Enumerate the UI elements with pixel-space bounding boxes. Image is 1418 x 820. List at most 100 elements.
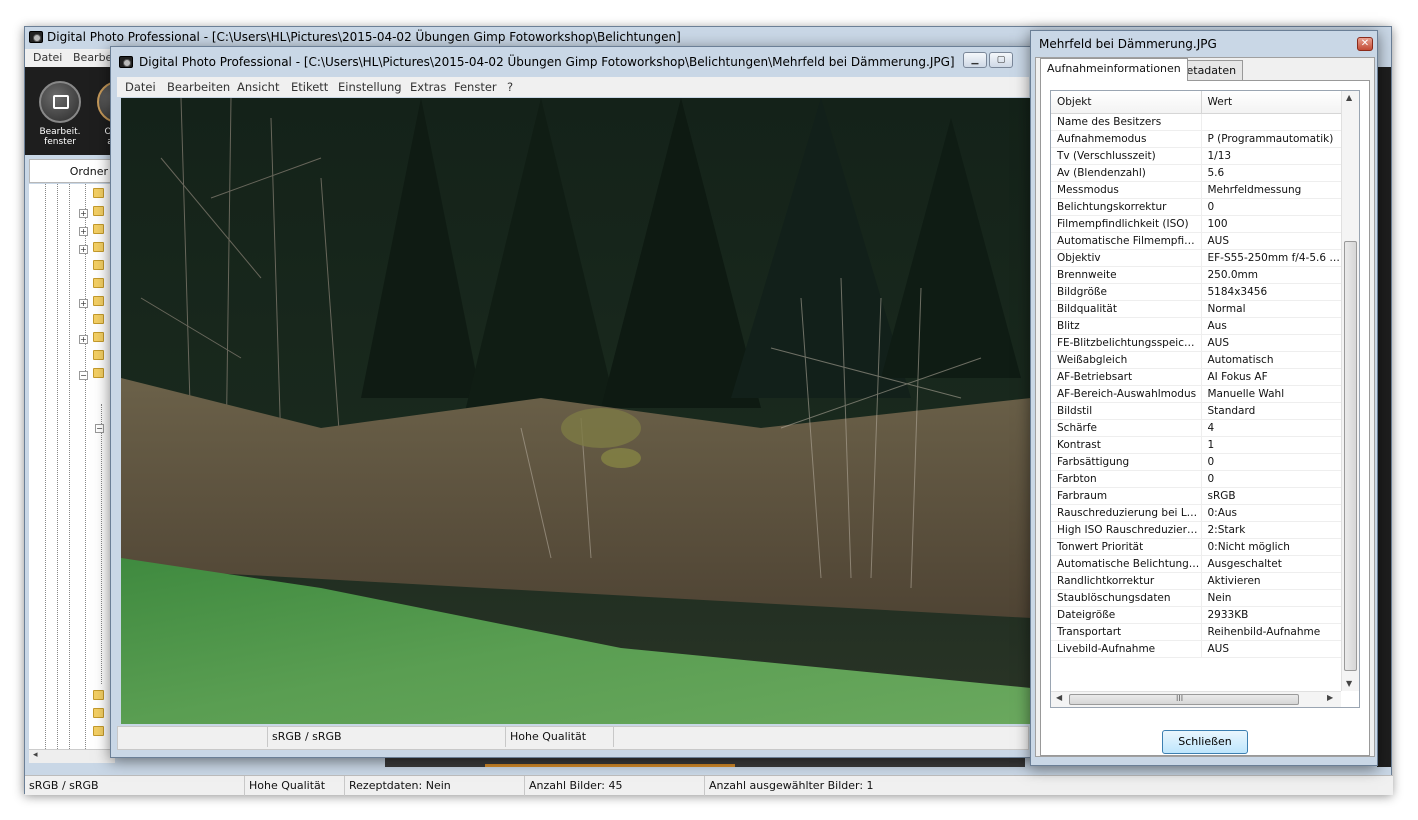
menu-extras[interactable]: Extras [410, 80, 446, 94]
column-header-objekt[interactable]: Objekt [1051, 91, 1202, 114]
table-row[interactable]: Tv (Verschlusszeit) 1/13 [1051, 147, 1341, 165]
row-value: Aktivieren [1201, 572, 1341, 590]
row-value: Automatisch [1201, 351, 1341, 369]
maximize-icon[interactable]: ▢ [989, 52, 1013, 68]
info-dialog-body: Aufnahmeinformationen Metadaten Objekt W… [1035, 57, 1375, 757]
folder-icon[interactable] [93, 314, 104, 324]
folder-icon[interactable] [93, 368, 104, 378]
table-row[interactable]: Schärfe 4 [1051, 419, 1341, 437]
horizontal-scrollbar[interactable]: ◀ III ▶ [1051, 691, 1341, 707]
table-row[interactable]: Automatische Filmempfindli... AUS [1051, 232, 1341, 250]
viewer-title-bar[interactable]: Digital Photo Professional - [C:\Users\H… [111, 47, 1034, 75]
horizontal-scroll-thumb[interactable]: III [1069, 694, 1299, 705]
folder-icon[interactable] [93, 708, 104, 718]
table-row[interactable]: Bildqualität Normal [1051, 300, 1341, 318]
table-row[interactable]: Automatische Belichtungso... Ausgeschalte… [1051, 555, 1341, 573]
folder-icon[interactable] [93, 278, 104, 288]
expand-icon[interactable]: + [79, 299, 88, 308]
folder-icon[interactable] [93, 242, 104, 252]
close-button[interactable]: Schließen [1162, 730, 1248, 754]
scroll-down-arrow-icon[interactable]: ▼ [1346, 679, 1352, 688]
scroll-left-arrow-icon[interactable]: ◀ [1056, 693, 1062, 702]
expand-icon[interactable]: + [79, 227, 88, 236]
table-row[interactable]: Belichtungskorrektur 0 [1051, 198, 1341, 216]
table-row[interactable]: Objektiv EF-S55-250mm f/4-5.6 IS II [1051, 249, 1341, 267]
table-row[interactable]: Messmodus Mehrfeldmessung [1051, 181, 1341, 199]
folder-icon[interactable] [93, 690, 104, 700]
table-row[interactable]: AF-Betriebsart AI Fokus AF [1051, 368, 1341, 386]
row-label: Tv (Verschlusszeit) [1051, 147, 1202, 165]
scroll-right-arrow-icon[interactable]: ▶ [1327, 693, 1333, 702]
vertical-scrollbar[interactable]: ▲ ▼ [1341, 91, 1359, 691]
row-label: Livebild-Aufnahme [1051, 640, 1202, 658]
column-header-wert[interactable]: Wert [1201, 91, 1342, 114]
row-label: AF-Betriebsart [1051, 368, 1202, 386]
photo-view[interactable] [121, 98, 1031, 724]
menu-datei[interactable]: Datei [125, 80, 156, 94]
table-row[interactable]: Name des Besitzers [1051, 113, 1341, 131]
menu-bearbeiten[interactable]: Bearbeiten [167, 80, 230, 94]
table-row[interactable]: Farbsättigung 0 [1051, 453, 1341, 471]
row-value: AUS [1201, 640, 1341, 658]
folder-icon[interactable] [93, 350, 104, 360]
row-value: P (Programmautomatik) [1201, 130, 1341, 148]
folder-panel-header[interactable]: Ordner [29, 159, 115, 183]
folder-icon[interactable] [93, 260, 104, 270]
folder-icon[interactable] [93, 726, 104, 736]
edit-window-button[interactable] [39, 81, 81, 123]
folder-icon[interactable] [93, 206, 104, 216]
table-row[interactable]: Farbraum sRGB [1051, 487, 1341, 505]
table-row[interactable]: Brennweite 250.0mm [1051, 266, 1341, 284]
expand-icon[interactable]: + [79, 209, 88, 218]
table-row[interactable]: Weißabgleich Automatisch [1051, 351, 1341, 369]
row-label: Schärfe [1051, 419, 1202, 437]
table-row[interactable]: Dateigröße 2933KB [1051, 606, 1341, 624]
table-row[interactable]: Farbton 0 [1051, 470, 1341, 488]
table-row[interactable]: FE-Blitzbelichtungsspeicher... AUS [1051, 334, 1341, 352]
main-menu-bearbeiten[interactable]: Bearbe [73, 51, 112, 64]
tab-aufnahmeinformationen[interactable]: Aufnahmeinformationen [1040, 58, 1188, 81]
row-value: 0 [1201, 453, 1341, 471]
folder-horizontal-scrollbar[interactable]: ◂ III [29, 749, 156, 763]
table-row[interactable]: Randlichtkorrektur Aktivieren [1051, 572, 1341, 590]
table-row[interactable]: Livebild-Aufnahme AUS [1051, 640, 1341, 658]
row-value: Normal [1201, 300, 1341, 318]
vertical-scroll-thumb[interactable] [1344, 241, 1357, 671]
row-value: 1 [1201, 436, 1341, 454]
expand-icon[interactable]: + [79, 335, 88, 344]
menu-etikett[interactable]: Etikett [291, 80, 328, 94]
table-row[interactable]: Staublöschungsdaten Nein [1051, 589, 1341, 607]
table-row[interactable]: Blitz Aus [1051, 317, 1341, 335]
table-row[interactable]: Kontrast 1 [1051, 436, 1341, 454]
table-row[interactable]: Bildstil Standard [1051, 402, 1341, 420]
main-menu-datei[interactable]: Datei [33, 51, 62, 64]
table-row[interactable]: Av (Blendenzahl) 5.6 [1051, 164, 1341, 182]
menu-ansicht[interactable]: Ansicht [237, 80, 279, 94]
row-value: Nein [1201, 589, 1341, 607]
table-row[interactable]: Transportart Reihenbild-Aufnahme [1051, 623, 1341, 641]
row-value: Reihenbild-Aufnahme [1201, 623, 1341, 641]
table-row[interactable]: Aufnahmemodus P (Programmautomatik) [1051, 130, 1341, 148]
menu-einstellung[interactable]: Einstellung [338, 80, 402, 94]
close-icon[interactable]: ✕ [1357, 37, 1373, 51]
folder-icon[interactable] [93, 188, 104, 198]
collapse-icon[interactable]: − [95, 424, 104, 433]
folder-icon[interactable] [93, 296, 104, 306]
row-label: FE-Blitzbelichtungsspeicher... [1051, 334, 1202, 352]
scroll-left-arrow-icon[interactable]: ◂ [33, 750, 38, 760]
table-row[interactable]: AF-Bereich-Auswahlmodus Manuelle Wahl [1051, 385, 1341, 403]
menu-fenster[interactable]: Fenster [454, 80, 497, 94]
table-row[interactable]: Filmempfindlichkeit (ISO) 100 [1051, 215, 1341, 233]
folder-icon[interactable] [93, 224, 104, 234]
table-row[interactable]: Rauschreduzierung bei Lan... 0:Aus [1051, 504, 1341, 522]
table-row[interactable]: Bildgröße 5184x3456 [1051, 283, 1341, 301]
viewer-window-title: Digital Photo Professional - [C:\Users\H… [139, 55, 955, 69]
minimize-icon[interactable]: ▁ [963, 52, 987, 68]
collapse-icon[interactable]: − [79, 371, 88, 380]
table-row[interactable]: High ISO Rauschreduzierung 2:Stark [1051, 521, 1341, 539]
menu-help[interactable]: ? [507, 80, 513, 94]
scroll-up-arrow-icon[interactable]: ▲ [1346, 93, 1352, 102]
expand-icon[interactable]: + [79, 245, 88, 254]
folder-icon[interactable] [93, 332, 104, 342]
table-row[interactable]: Tonwert Priorität 0:Nicht möglich [1051, 538, 1341, 556]
